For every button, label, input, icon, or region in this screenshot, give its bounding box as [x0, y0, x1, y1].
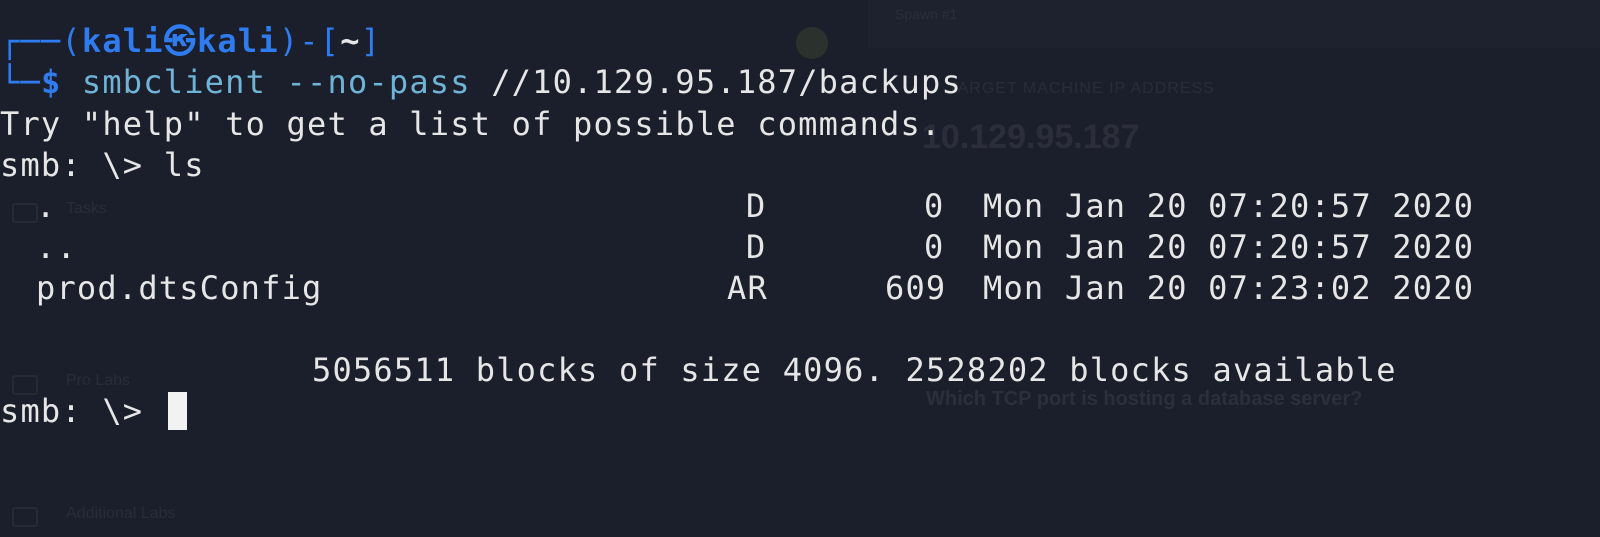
text-cursor[interactable]: [167, 392, 187, 430]
listing-row: prod.dtsConfig AR 609 Mon Jan 20 07:23:0…: [0, 269, 1473, 307]
prompt-corner-bottom: └─: [0, 63, 41, 101]
entry-date: Mon Jan 20 07:23:02 2020: [983, 269, 1475, 307]
entry-attr: D: [746, 187, 767, 225]
skull-icon: ㉿: [163, 22, 197, 60]
entry-attr: D: [746, 228, 767, 266]
help-line: Try "help" to get a list of possible com…: [0, 105, 942, 143]
command-flag: --no-pass: [286, 63, 471, 101]
entry-size: 609: [885, 269, 947, 307]
entry-date: Mon Jan 20 07:20:57 2020: [983, 228, 1475, 266]
smb-prompt: smb: \>: [0, 146, 144, 184]
ls-command: ls: [163, 146, 205, 184]
prompt-end: ]: [360, 22, 382, 60]
entry-date: Mon Jan 20 07:20:57 2020: [983, 187, 1475, 225]
prompt-close: )-[: [278, 22, 341, 60]
prompt-dollar: $: [40, 63, 62, 101]
prompt-header-line: ┌──(kali㉿kali)-[~]: [0, 22, 381, 60]
smb-prompt: smb: \>: [0, 392, 144, 430]
prompt-cwd: ~: [340, 22, 361, 60]
command-target: //10.129.95.187/backups: [491, 63, 962, 101]
entry-name: .: [36, 187, 57, 225]
entry-name: ..: [36, 228, 77, 266]
blocks-summary: 5056511 blocks of size 4096. 2528202 blo…: [312, 351, 1397, 389]
prompt-host: kali: [196, 22, 279, 60]
smb-input-line[interactable]: smb: \>: [0, 392, 187, 430]
prompt-corner-top: ┌──(: [0, 22, 82, 60]
entry-attr: AR: [727, 269, 768, 307]
entry-name: prod.dtsConfig: [36, 269, 323, 307]
entry-size: 0: [924, 228, 945, 266]
listing-row: .. D 0 Mon Jan 20 07:20:57 2020: [0, 228, 1473, 266]
command-program: smbclient: [81, 63, 267, 101]
entry-size: 0: [924, 187, 945, 225]
terminal-window[interactable]: ┌──(kali㉿kali)-[~] └─$ smbclient --no-pa…: [0, 0, 1600, 537]
command-line: └─$ smbclient --no-pass //10.129.95.187/…: [0, 63, 962, 101]
smb-ls-line: smb: \> ls: [0, 146, 205, 184]
listing-row: . D 0 Mon Jan 20 07:20:57 2020: [0, 187, 1473, 225]
prompt-user: kali: [81, 22, 164, 60]
